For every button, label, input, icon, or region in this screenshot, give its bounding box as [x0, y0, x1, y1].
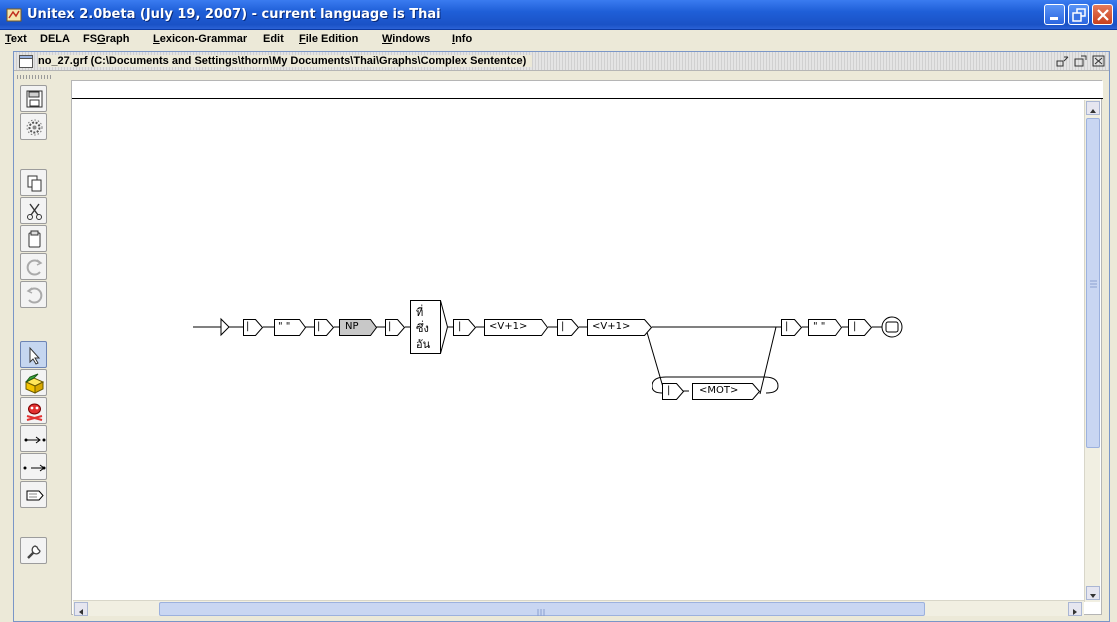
graph-box-1[interactable]: | [243, 319, 264, 336]
graph-box-quote-2[interactable]: " " [808, 319, 843, 336]
scroll-up-button[interactable] [1086, 101, 1100, 115]
horizontal-scroll-thumb[interactable] [159, 602, 925, 616]
graph-box-verb-2[interactable]: <V+1> [587, 319, 653, 336]
scroll-left-button[interactable] [74, 602, 88, 616]
graph-box-5[interactable]: | [557, 319, 580, 336]
scroll-right-button[interactable] [1068, 602, 1082, 616]
graph-box-thai-relatives[interactable]: ที่ ซึ่ง อัน [410, 300, 449, 354]
arrow-left-icon [79, 609, 83, 615]
arrow-down-icon [1090, 594, 1096, 598]
horizontal-scrollbar[interactable] [73, 600, 1084, 616]
graph-box-3[interactable]: | [385, 319, 406, 336]
vertical-scroll-thumb[interactable] [1086, 118, 1100, 448]
scroll-down-button[interactable] [1086, 586, 1100, 600]
graph-box-mot[interactable]: <MOT> [692, 383, 761, 400]
graph-box-loop-bar[interactable]: | [662, 383, 685, 400]
graph-box-4[interactable]: | [453, 319, 477, 336]
graph-box-6[interactable]: | [781, 319, 803, 336]
vertical-scrollbar[interactable] [1084, 100, 1100, 602]
arrow-up-icon [1090, 109, 1096, 113]
box-frame [453, 319, 477, 336]
box-frame [662, 383, 685, 400]
graph-edges [193, 316, 903, 395]
graph-box-np-subgraph[interactable]: NP [339, 319, 378, 336]
grip-icon [1090, 280, 1097, 288]
box-frame [848, 319, 873, 336]
grip-icon [537, 609, 545, 616]
graph-box-quote-1[interactable]: " " [274, 319, 307, 336]
graph-box-verb-1[interactable]: <V+1> [484, 319, 549, 336]
graph-box-2[interactable]: | [314, 319, 335, 336]
arrow-right-icon [1073, 609, 1077, 615]
graph-box-7[interactable]: | [848, 319, 873, 336]
